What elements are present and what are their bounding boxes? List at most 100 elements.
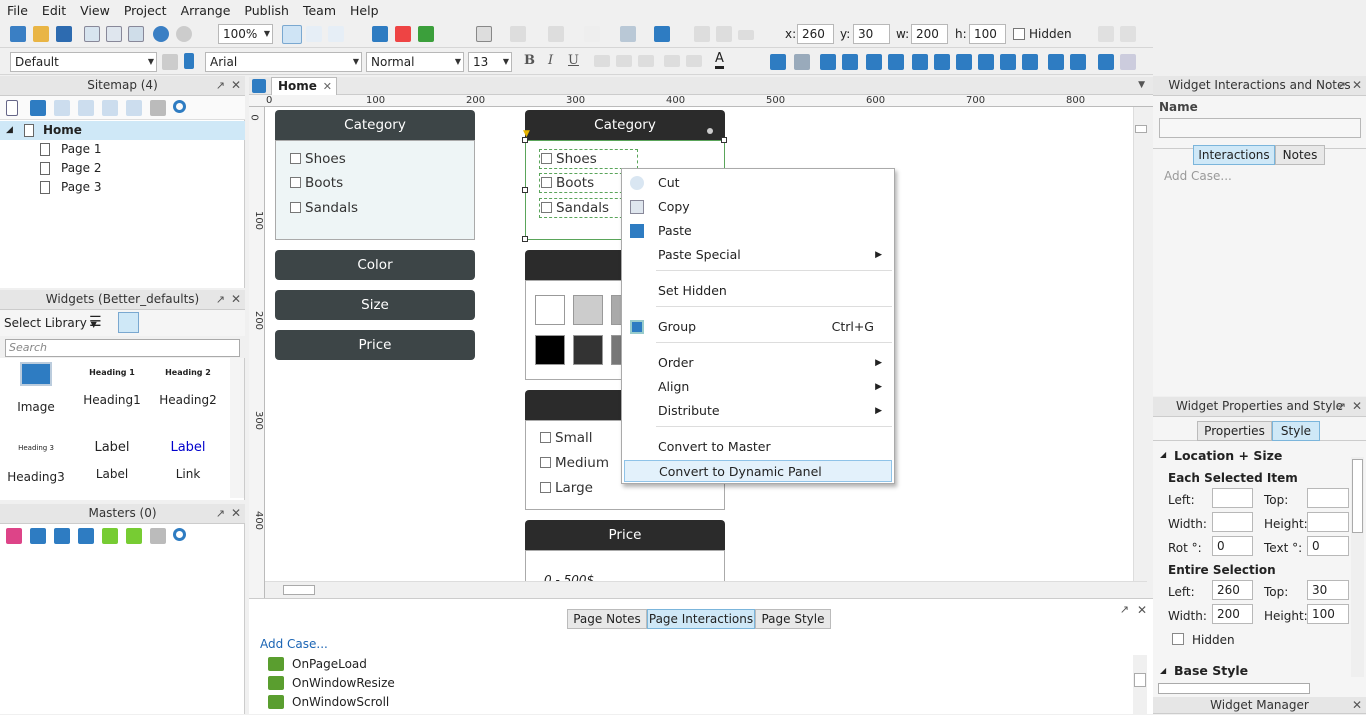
close-icon[interactable]: ✕	[231, 76, 241, 95]
align-center-icon[interactable]	[616, 55, 632, 67]
collapse-icon[interactable]: ◢	[1160, 450, 1166, 459]
paste-icon[interactable]	[128, 26, 144, 42]
redo-icon[interactable]	[176, 26, 192, 42]
w-input[interactable]: 200	[911, 24, 948, 44]
generate-icon[interactable]	[418, 26, 434, 42]
entire-width-input[interactable]: 200	[1212, 604, 1253, 624]
widget-heading1[interactable]: Heading 1 Heading1	[76, 368, 148, 407]
tab-page-style[interactable]: Page Style	[755, 609, 831, 629]
bring-front-icon[interactable]	[770, 54, 786, 70]
indent-icon[interactable]	[102, 100, 118, 116]
event-onwindowresize[interactable]: OnWindowResize	[268, 674, 395, 693]
move-down-icon[interactable]	[78, 100, 94, 116]
font-size-select[interactable]: 13 ▼	[468, 52, 512, 72]
popout-icon[interactable]: ↗	[216, 504, 225, 523]
sitemap-item-page1[interactable]: Page 1	[0, 140, 245, 159]
expand-icon[interactable]: ◢	[6, 121, 13, 140]
search-icon[interactable]	[118, 312, 139, 333]
style-editor-icon[interactable]	[162, 54, 178, 70]
new-file-icon[interactable]	[10, 26, 26, 42]
color-swatch-black[interactable]	[535, 335, 565, 365]
sitemap-item-page3[interactable]: Page 3	[0, 178, 245, 197]
menu-item-order[interactable]: Order ▶	[622, 352, 894, 374]
move-down-icon[interactable]	[78, 528, 94, 544]
popout-icon[interactable]: ↗	[216, 76, 225, 95]
padding-icon[interactable]	[694, 26, 710, 42]
lock-icon[interactable]	[1098, 54, 1114, 70]
border-color-icon[interactable]	[476, 26, 492, 42]
open-folder-icon[interactable]	[33, 26, 49, 42]
resize-handle[interactable]	[522, 187, 528, 193]
entire-left-input[interactable]: 260	[1212, 580, 1253, 600]
delete-page-icon[interactable]	[150, 100, 166, 116]
preview-icon[interactable]	[372, 26, 388, 42]
align-left-icon[interactable]	[594, 55, 610, 67]
checkbox-large[interactable]: Large	[540, 479, 593, 497]
menu-icon[interactable]: ☰	[89, 315, 102, 329]
tab-interactions[interactable]: Interactions	[1193, 145, 1275, 165]
style-select[interactable]: Default ▼	[10, 52, 157, 72]
distribute-h-icon[interactable]	[1048, 54, 1064, 70]
format-painter-icon[interactable]	[184, 53, 194, 69]
entire-height-input[interactable]: 100	[1307, 604, 1349, 624]
menu-item-convert-to-master[interactable]: Convert to Master	[622, 436, 894, 458]
menu-view[interactable]: View	[73, 3, 117, 18]
resize-handle[interactable]	[522, 236, 528, 242]
size-button[interactable]: Size	[275, 290, 475, 320]
tab-properties[interactable]: Properties	[1197, 421, 1272, 441]
widget-search-input[interactable]: Search	[5, 339, 240, 357]
each-left-input[interactable]	[1212, 488, 1253, 508]
menu-item-paste[interactable]: Paste	[622, 220, 894, 242]
bullets-icon[interactable]	[664, 55, 680, 67]
menu-team[interactable]: Team	[296, 3, 343, 18]
widget-heading3[interactable]: Heading 3 Heading3	[0, 444, 72, 484]
tab-notes[interactable]: Notes	[1275, 145, 1325, 165]
cut-icon[interactable]	[84, 26, 100, 42]
close-icon[interactable]: ✕	[1137, 603, 1147, 617]
canvas-horizontal-scrollbar[interactable]	[265, 581, 1147, 598]
add-master-icon[interactable]	[6, 528, 22, 544]
checkbox-medium[interactable]: Medium	[540, 454, 609, 472]
checkbox-shoes[interactable]: Shoes	[539, 149, 638, 169]
menu-item-distribute[interactable]: Distribute ▶	[622, 400, 894, 422]
align-right-icon[interactable]	[638, 55, 654, 67]
price-button[interactable]: Price	[275, 330, 475, 360]
widgets-scrollbar[interactable]	[230, 358, 244, 498]
color-swatch-white[interactable]	[535, 295, 565, 325]
popout-icon[interactable]: ↗	[1337, 397, 1346, 416]
checkbox-sandals[interactable]: Sandals	[290, 199, 358, 217]
menu-item-paste-special[interactable]: Paste Special ▶	[622, 244, 894, 266]
category-button[interactable]: Category	[275, 110, 475, 140]
intersect-select-icon[interactable]	[306, 26, 322, 42]
add-case-link[interactable]: Add Case...	[260, 637, 328, 651]
widget-label[interactable]: Label Label	[76, 440, 148, 481]
hidden-checkbox[interactable]	[1172, 633, 1184, 645]
italic-icon[interactable]: I	[548, 53, 553, 68]
fill-color-icon[interactable]	[620, 26, 636, 42]
price-button-open[interactable]: Price	[525, 520, 725, 550]
widget-link[interactable]: Label Link	[152, 440, 224, 481]
canvas-vertical-scrollbar[interactable]	[1133, 107, 1147, 581]
undo-icon[interactable]	[153, 26, 169, 42]
widget-name-input[interactable]	[1159, 118, 1361, 138]
search-icon[interactable]	[173, 100, 186, 113]
tab-style[interactable]: Style	[1272, 421, 1320, 441]
select-library-dropdown[interactable]: Select Library ▼	[4, 316, 97, 330]
text-rotation-input[interactable]: 0	[1307, 536, 1349, 556]
checkbox-small[interactable]: Small	[540, 429, 593, 447]
distribute-v-icon[interactable]	[1070, 54, 1086, 70]
tab-home[interactable]: Home ✕	[271, 77, 337, 95]
scroll-thumb[interactable]	[1135, 125, 1147, 133]
tab-page-interactions[interactable]: Page Interactions	[647, 609, 755, 629]
bring-forward-icon[interactable]	[820, 54, 836, 70]
events-scrollbar[interactable]	[1133, 655, 1147, 715]
menu-project[interactable]: Project	[117, 3, 174, 18]
link-icon[interactable]	[686, 55, 702, 67]
line-style-icon[interactable]	[548, 26, 564, 42]
menu-arrange[interactable]: Arrange	[174, 3, 238, 18]
properties-scrollbar[interactable]	[1351, 457, 1364, 677]
add-case-link[interactable]: Add Case...	[1164, 169, 1232, 183]
popout-icon[interactable]: ↗	[216, 290, 225, 309]
menu-file[interactable]: File	[0, 3, 35, 18]
resize-handle[interactable]	[721, 137, 727, 143]
